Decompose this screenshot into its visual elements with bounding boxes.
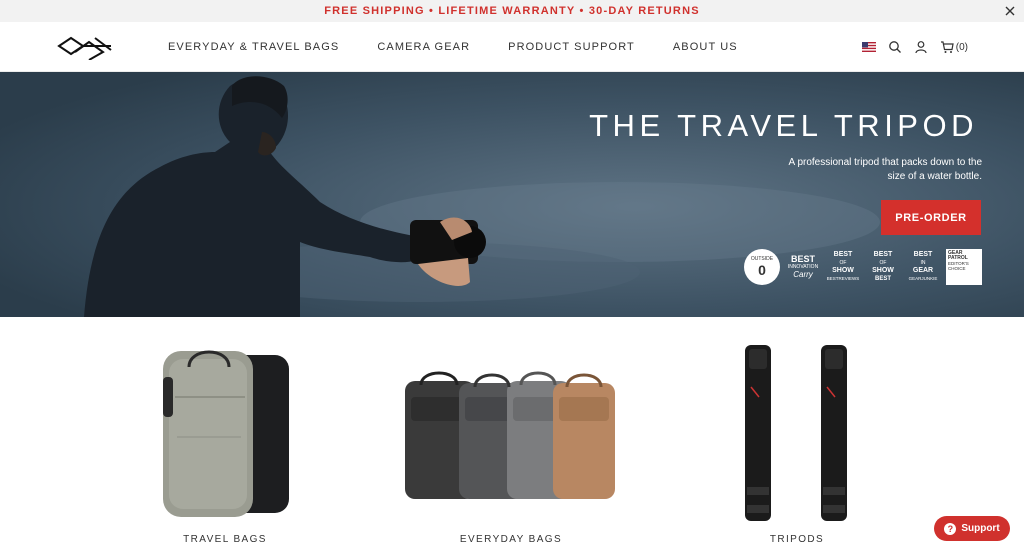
award-gearjunkie-line3: GEAR	[912, 267, 934, 274]
award-gearjunkie-line2: IN	[920, 260, 926, 266]
pre-order-button[interactable]: PRE-ORDER	[881, 200, 981, 235]
nav-about-us[interactable]: ABOUT US	[673, 41, 738, 53]
close-icon[interactable]	[1002, 3, 1018, 19]
everyday-bags-label: EVERYDAY BAGS	[459, 534, 563, 545]
cart-icon	[940, 41, 954, 53]
award-bestreviews-line3: SHOW	[832, 267, 854, 274]
award-gearjunkie: BEST IN GEAR GEARJUNKIE	[906, 248, 940, 286]
award-bestreviews-line1: BEST	[833, 251, 853, 258]
cart-count: (0)	[955, 41, 968, 53]
promo-text: FREE SHIPPING • LIFETIME WARRANTY • 30-D…	[324, 5, 700, 17]
support-button[interactable]: ? Support	[934, 516, 1010, 541]
main-nav: EVERYDAY & TRAVEL BAGS CAMERA GEAR PRODU…	[168, 22, 776, 72]
promo-bar: FREE SHIPPING • LIFETIME WARRANTY • 30-D…	[0, 0, 1024, 22]
hero-title: THE TRAVEL TRIPOD	[589, 108, 978, 143]
award-gearjunkie-line4: GEARJUNKIE	[908, 276, 938, 281]
user-icon[interactable]	[914, 40, 928, 54]
award-outside-number: 0	[758, 262, 766, 278]
award-best-innovation-line1: BEST	[790, 254, 815, 264]
us-flag-icon[interactable]	[861, 42, 876, 52]
award-gear-patrol-line1: GEAR PATROL	[948, 250, 968, 261]
category-travel-bags[interactable]: TRAVEL BAGS	[105, 317, 345, 549]
awards-row: OUTSIDE 0 BEST INNOVATION Carry BEST OF …	[744, 248, 982, 286]
nav-everyday-travel-bags[interactable]: EVERYDAY & TRAVEL BAGS	[168, 41, 339, 53]
award-best-innovation-line3: Carry	[793, 270, 813, 279]
category-everyday-bags[interactable]: EVERYDAY BAGS	[391, 317, 631, 549]
everyday-bags-image	[405, 371, 615, 499]
award-bestreviews-line2: OF	[839, 260, 847, 266]
hero-subtitle: A professional tripod that packs down to…	[788, 157, 982, 182]
award-gear-patrol: GEAR PATROL EDITOR'S CHOICE	[946, 249, 982, 285]
award-best-show: BEST OF SHOW BEST	[866, 248, 900, 286]
search-icon[interactable]	[888, 40, 902, 54]
hero-banner: THE TRAVEL TRIPOD A professional tripod …	[0, 72, 1024, 317]
nav-product-support[interactable]: PRODUCT SUPPORT	[508, 41, 635, 53]
tripods-image	[745, 345, 847, 521]
category-tripods[interactable]: TRIPODS	[677, 317, 917, 549]
award-best-show-line1: BEST	[873, 251, 893, 258]
award-gear-patrol-line2: EDITOR'S CHOICE	[948, 261, 969, 271]
award-bestreviews: BEST OF SHOW BESTREVIEWS	[826, 248, 860, 286]
travel-bags-image	[163, 350, 289, 517]
tripods-label: TRIPODS	[769, 534, 825, 545]
question-icon: ?	[944, 522, 957, 535]
peak-design-logo[interactable]	[55, 34, 115, 60]
award-best-show-line2: OF	[879, 260, 887, 266]
award-best-show-line4: BEST	[874, 276, 891, 282]
travel-bags-label: TRAVEL BAGS	[183, 534, 267, 545]
award-outside: OUTSIDE 0	[744, 249, 780, 285]
award-bestreviews-line4: BESTREVIEWS	[826, 276, 860, 281]
site-header: EVERYDAY & TRAVEL BAGS CAMERA GEAR PRODU…	[0, 22, 1024, 72]
header-utilities: (0)	[861, 22, 968, 72]
cart-button[interactable]: (0)	[940, 40, 968, 54]
support-label: Support	[961, 523, 1000, 534]
award-best-show-line3: SHOW	[872, 267, 894, 274]
award-gearjunkie-line1: BEST	[913, 251, 933, 258]
product-categories: TRAVEL BAGS EVERYDAY BAGS TRIPODS	[0, 317, 1024, 549]
nav-camera-gear[interactable]: CAMERA GEAR	[377, 41, 470, 53]
award-best-innovation: BEST INNOVATION Carry	[786, 248, 820, 286]
